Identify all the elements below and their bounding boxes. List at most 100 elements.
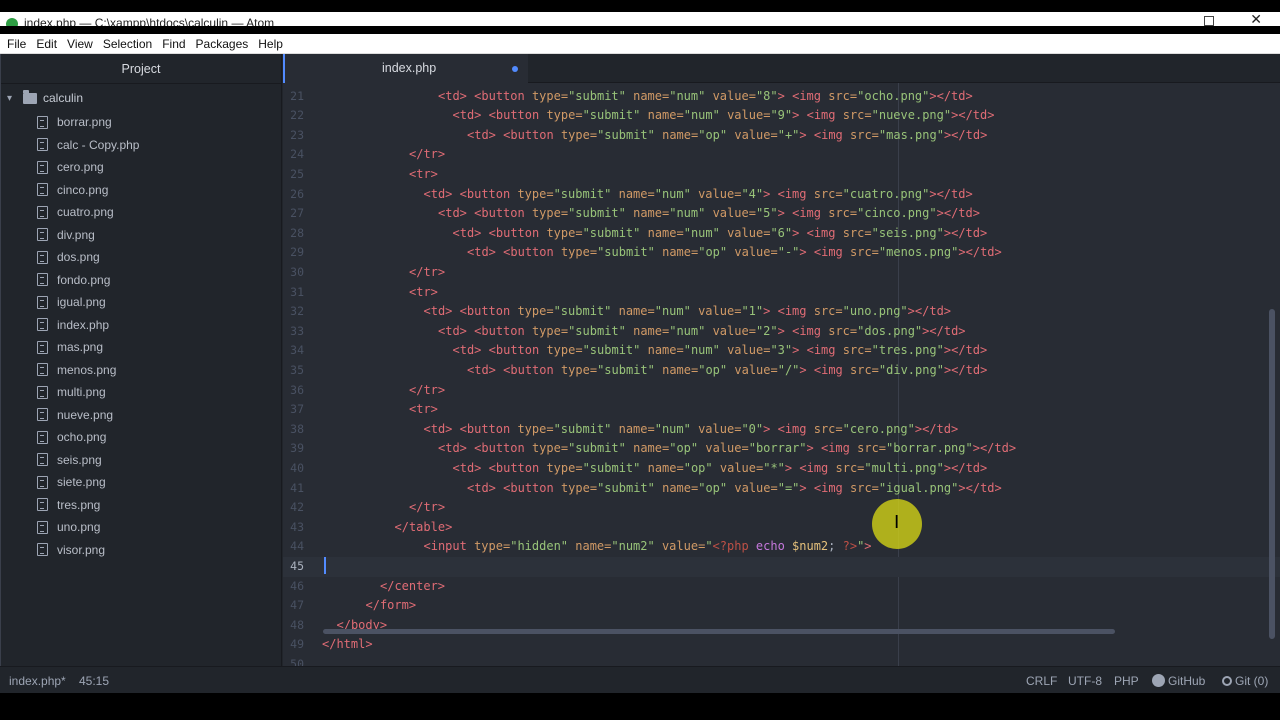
file-item[interactable]: calc - Copy.php (1, 134, 283, 157)
code-line[interactable]: 21 <td> <button type="submit" name="num" … (283, 87, 1280, 107)
code-token: </td> (936, 186, 973, 201)
code-line[interactable]: 37 <tr> (283, 400, 1280, 420)
horizontal-scrollbar[interactable] (323, 629, 1115, 634)
maximize-button[interactable] (1204, 16, 1214, 26)
code-token: > (777, 88, 785, 103)
code-line[interactable]: 27 <td> <button type="submit" name="num" … (283, 204, 1280, 224)
file-icon (37, 183, 48, 197)
file-item[interactable]: index.php (1, 314, 283, 337)
code-line[interactable]: 25 <tr> (283, 165, 1280, 185)
code-editor[interactable]: 20</td>21<td> <button type="submit" name… (283, 83, 1280, 666)
file-item[interactable]: cero.png (1, 156, 283, 179)
status-file-name[interactable]: index.php* (9, 674, 66, 688)
file-item[interactable]: div.png (1, 224, 283, 247)
file-icon (37, 115, 48, 129)
code-line[interactable]: 47 </form> (283, 596, 1280, 616)
project-sidebar: Project ▾ calculin borrar.png calc - Copy… (0, 54, 282, 666)
file-item[interactable]: tres.png (1, 494, 283, 517)
code-line[interactable]: 35 <td> <button type="submit" name="op" v… (283, 361, 1280, 381)
code-token: > (972, 441, 980, 456)
file-item[interactable]: nueve.png (1, 404, 283, 427)
file-item[interactable]: cinco.png (1, 179, 283, 202)
close-button[interactable]: ✕ (1250, 12, 1262, 26)
code-line[interactable]: 49 </html> (283, 635, 1280, 655)
file-item[interactable]: igual.png (1, 291, 283, 314)
menu-help[interactable]: Help (253, 37, 288, 51)
code-token: > (777, 206, 785, 221)
file-item[interactable]: borrar.png (1, 111, 283, 134)
code-token: "nueve.png" (871, 108, 952, 123)
modified-indicator-icon[interactable] (512, 66, 518, 72)
code-line[interactable]: 42 </tr> (283, 498, 1280, 518)
code-text: <td> <button type="submit" name="op" val… (453, 459, 988, 479)
file-item[interactable]: uno.png (1, 516, 283, 539)
code-line[interactable]: 32 <td> <button type="submit" name="num" … (283, 302, 1280, 322)
file-item[interactable]: mas.png (1, 336, 283, 359)
status-grammar[interactable]: PHP (1114, 674, 1139, 688)
code-token: name= (625, 323, 670, 338)
menu-packages[interactable]: Packages (191, 37, 254, 51)
code-line[interactable]: 29 <td> <button type="submit" name="op" v… (283, 243, 1280, 263)
file-item[interactable]: menos.png (1, 359, 283, 382)
code-line[interactable]: 33 <td> <button type="submit" name="num" … (283, 322, 1280, 342)
file-item[interactable]: ocho.png (1, 426, 283, 449)
code-line[interactable]: 30 </tr> (283, 263, 1280, 283)
code-line[interactable]: 36 </tr> (283, 381, 1280, 401)
menu-find[interactable]: Find (157, 37, 190, 51)
status-cursor-position[interactable]: 45:15 (79, 674, 109, 688)
code-token: <img (813, 127, 843, 142)
code-token: "num" (683, 225, 720, 240)
file-item[interactable]: cuatro.png (1, 201, 283, 224)
chevron-down-icon[interactable]: ▾ (7, 93, 17, 104)
status-git[interactable]: Git (0) (1222, 674, 1268, 688)
code-token: src= (821, 88, 858, 103)
menu-view[interactable]: View (62, 37, 98, 51)
code-line[interactable]: 40 <td> <button type="submit" name="op" v… (283, 459, 1280, 479)
code-line[interactable]: 50 (283, 655, 1280, 666)
line-number: 39 (290, 441, 304, 456)
file-item[interactable]: siete.png (1, 471, 283, 494)
code-token: > (777, 323, 785, 338)
line-number: 50 (290, 657, 304, 666)
line-number: 46 (290, 578, 304, 593)
code-line[interactable]: 44 <input type="hidden" name="num2" value… (283, 537, 1280, 557)
code-line[interactable]: 38 <td> <button type="submit" name="num" … (283, 420, 1280, 440)
file-item[interactable]: dos.png (1, 246, 283, 269)
menu-edit[interactable]: Edit (31, 37, 62, 51)
code-line[interactable]: 34 <td> <button type="submit" name="num" … (283, 341, 1280, 361)
file-name: calc - Copy.php (57, 137, 140, 152)
code-line[interactable]: 23 <td> <button type="submit" name="op" v… (283, 126, 1280, 146)
code-line[interactable]: 31 <tr> (283, 283, 1280, 303)
file-item[interactable]: fondo.png (1, 269, 283, 292)
code-line[interactable]: 39 <td> <button type="submit" name="op" v… (283, 439, 1280, 459)
code-token: "borrar" (748, 441, 807, 456)
code-line[interactable]: 28 <td> <button type="submit" name="num" … (283, 224, 1280, 244)
menu-selection[interactable]: Selection (98, 37, 157, 51)
code-line[interactable]: 41 <td> <button type="submit" name="op" v… (283, 479, 1280, 499)
code-line[interactable]: 45 (283, 557, 1280, 577)
menu-file[interactable]: File (2, 37, 31, 51)
file-name: multi.png (57, 385, 106, 400)
status-github[interactable]: GitHub (1152, 674, 1205, 688)
code-token: value= (690, 304, 742, 319)
code-line[interactable]: 46 </center> (283, 577, 1280, 597)
vertical-scrollbar[interactable] (1269, 309, 1275, 639)
code-token: </td> (914, 304, 952, 319)
code-line[interactable]: 24 </tr> (283, 145, 1280, 165)
file-item[interactable]: multi.png (1, 381, 283, 404)
status-encoding[interactable]: UTF-8 (1068, 674, 1102, 688)
code-line[interactable]: 22 <td> <button type="submit" name="num" … (283, 106, 1280, 126)
status-line-ending[interactable]: CRLF (1026, 674, 1057, 688)
tree-root-folder[interactable]: ▾ calculin (1, 88, 283, 108)
project-panel-header[interactable]: Project (1, 54, 281, 84)
code-line[interactable]: 26 <td> <button type="submit" name="num" … (283, 185, 1280, 205)
code-token: name= (654, 363, 699, 377)
tab-index-php[interactable]: index.php (283, 54, 528, 83)
file-item[interactable]: seis.png (1, 449, 283, 472)
code-line[interactable]: 43 </table> (283, 518, 1280, 538)
code-token: src= (806, 304, 843, 319)
file-item[interactable]: visor.png (1, 539, 283, 562)
